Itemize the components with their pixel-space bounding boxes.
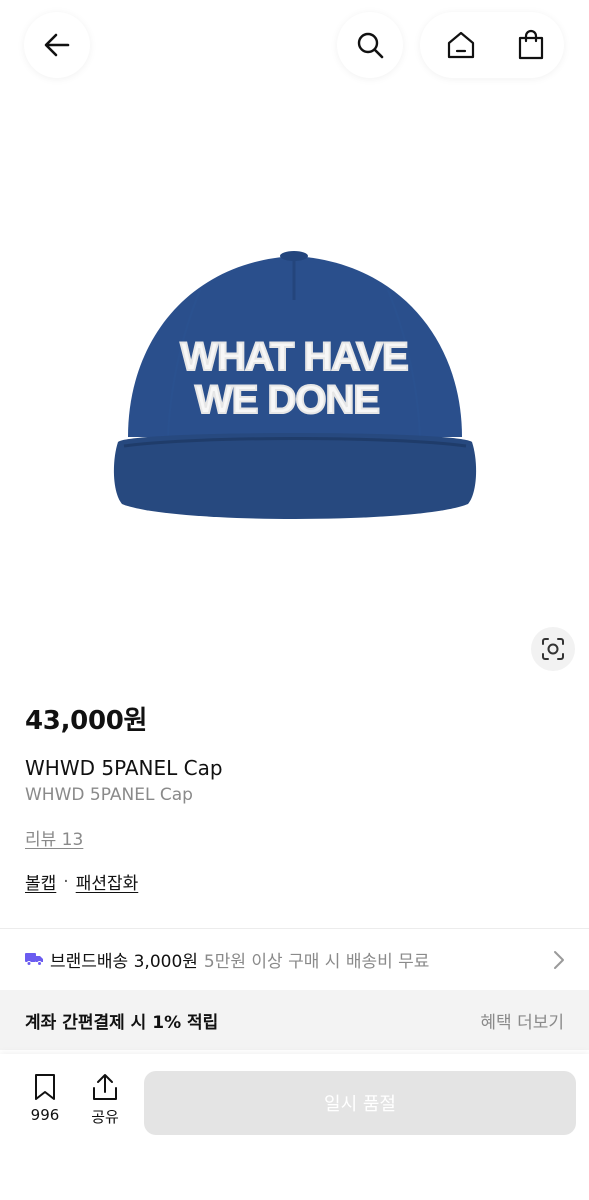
shipping-label: 브랜드배송 3,000원 (50, 951, 198, 972)
benefit-text: 계좌 간편결제 시 1% 적립 (25, 1012, 219, 1033)
category-breadcrumb: 볼캡 · 패션잡화 (25, 869, 139, 895)
category-link[interactable]: 패션잡화 (76, 869, 139, 894)
benefit-banner[interactable]: 계좌 간편결제 시 1% 적립 혜택 더보기 (0, 990, 589, 1050)
search-button[interactable] (337, 12, 403, 78)
product-name: WHWD 5PANEL Cap (25, 756, 223, 780)
save-button[interactable]: 996 (22, 1072, 68, 1124)
shopping-bag-icon (518, 29, 544, 60)
shipping-note: 5만원 이상 구매 시 배송비 무료 (203, 951, 430, 972)
soldout-button[interactable]: 일시 품절 (144, 1071, 576, 1135)
lens-icon (542, 638, 564, 660)
cap-brim (113, 433, 477, 519)
bag-button[interactable] (498, 12, 564, 78)
product-image[interactable]: WHAT HAVE WE DONE (0, 100, 589, 690)
divider (0, 928, 589, 929)
search-icon (357, 32, 384, 59)
bookmark-icon (35, 1074, 55, 1100)
product-price: 43,000원 (25, 706, 148, 736)
share-label: 공유 (91, 1108, 119, 1126)
top-bar (0, 0, 589, 100)
image-search-button[interactable] (531, 627, 575, 671)
shipping-row[interactable]: 브랜드배송 3,000원 5만원 이상 구매 시 배송비 무료 (0, 930, 589, 988)
home-button[interactable] (428, 12, 494, 78)
breadcrumb-separator: · (63, 871, 69, 892)
product-name-en: WHWD 5PANEL Cap (25, 785, 193, 805)
cap-text-line1: WHAT HAVE (180, 335, 408, 379)
cap-text-line2: WE DONE (195, 378, 379, 422)
share-icon (93, 1074, 117, 1100)
save-count: 996 (30, 1106, 60, 1124)
truck-icon (25, 953, 43, 966)
home-bag-group (420, 12, 564, 78)
bottom-action-bar: 996 공유 일시 품절 (0, 1054, 589, 1200)
home-icon (447, 31, 475, 59)
chevron-right-icon (554, 951, 564, 969)
benefit-more-link[interactable]: 혜택 더보기 (480, 1008, 564, 1033)
review-link[interactable]: 리뷰 13 (25, 825, 83, 850)
share-button[interactable]: 공유 (82, 1072, 128, 1127)
arrow-left-icon (44, 33, 70, 57)
back-button[interactable] (24, 12, 90, 78)
brand-link[interactable]: 볼캡 (25, 869, 56, 894)
